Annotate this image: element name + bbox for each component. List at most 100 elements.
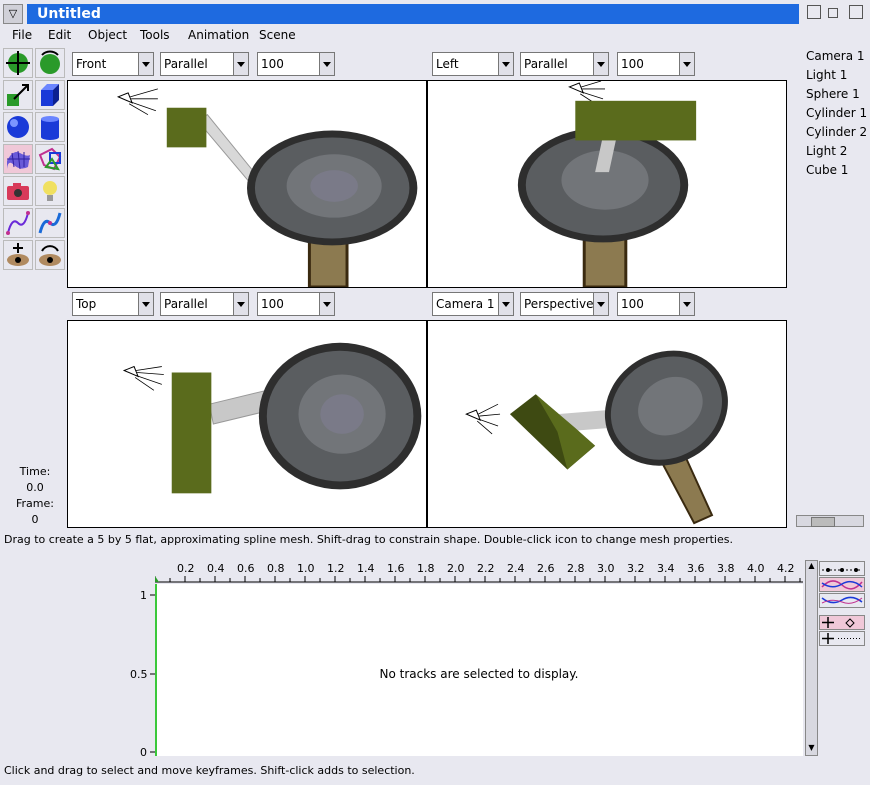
menu-edit[interactable]: Edit <box>48 28 71 42</box>
create-cylinder-tool[interactable] <box>35 112 65 142</box>
create-camera-tool[interactable] <box>3 176 33 206</box>
viewport-front[interactable] <box>67 80 427 288</box>
cube-icon <box>41 84 59 106</box>
move-tool[interactable] <box>3 48 33 78</box>
select-move-keys-button[interactable] <box>819 615 865 630</box>
zoom-select-left[interactable]: 100 <box>617 52 695 76</box>
object-list-item[interactable]: Cylinder 1 <box>806 106 867 120</box>
object-list-item[interactable]: Cylinder 2 <box>806 125 867 139</box>
create-polygon-tool[interactable] <box>35 144 65 174</box>
projection-select-top[interactable]: Parallel <box>160 292 249 316</box>
ruler-tick-label: 3.4 <box>657 562 675 575</box>
chevron-down-icon <box>679 53 694 75</box>
menu-animation[interactable]: Animation <box>188 28 249 42</box>
zoom-select-value: 100 <box>261 297 284 311</box>
chevron-down-icon <box>319 53 334 75</box>
ruler-tick-label: 0.2 <box>177 562 195 575</box>
score-mode-curves-button[interactable] <box>819 577 865 592</box>
create-cube-tool[interactable] <box>35 80 65 110</box>
cylinder-icon <box>41 116 59 140</box>
frame-label: Frame: <box>16 497 54 510</box>
ruler-tick-label: 1.6 <box>387 562 405 575</box>
y-tick-label: 1 <box>140 589 147 602</box>
view-select-top[interactable]: Top <box>72 292 154 316</box>
rotate-view-tool[interactable] <box>35 240 65 270</box>
score-mode-curves-alt-button[interactable] <box>819 593 865 608</box>
ruler-tick-label: 2.2 <box>477 562 495 575</box>
time-ruler[interactable]: 0.2 0.4 0.6 0.8 1.0 1.2 1.4 1.6 1.8 2.0 … <box>155 560 803 584</box>
view-select-value: Top <box>76 297 97 311</box>
scroll-down-icon[interactable]: ▼ <box>806 743 817 755</box>
zoom-select-camera[interactable]: 100 <box>617 292 695 316</box>
view-select-value: Front <box>76 57 107 71</box>
ruler-tick-label: 3.8 <box>717 562 735 575</box>
ruler-tick-label: 3.0 <box>597 562 615 575</box>
move-keys-icon <box>822 617 855 628</box>
menu-bar: File Edit Object Tools Animation Scene <box>0 26 870 46</box>
view-select-front[interactable]: Front <box>72 52 154 76</box>
ruler-tick-label: 2.8 <box>567 562 585 575</box>
create-curve-tool[interactable] <box>3 208 33 238</box>
move-view-tool[interactable] <box>3 240 33 270</box>
chevron-down-icon <box>138 53 153 75</box>
menu-scene[interactable]: Scene <box>259 28 296 42</box>
top-view-scene <box>122 342 422 494</box>
view-select-camera[interactable]: Camera 1 <box>432 292 514 316</box>
minimize-icon[interactable] <box>828 8 838 18</box>
time-value: 0.0 <box>26 481 44 494</box>
camera-icon <box>7 183 29 200</box>
menu-tools[interactable]: Tools <box>140 28 170 42</box>
chevron-down-icon <box>593 53 608 75</box>
projection-select-front[interactable]: Parallel <box>160 52 249 76</box>
camera-view-scene <box>465 350 728 525</box>
resize-tool[interactable] <box>3 80 33 110</box>
scale-keys-button[interactable] <box>819 631 865 646</box>
close-icon[interactable] <box>849 5 863 19</box>
zoom-select-top[interactable]: 100 <box>257 292 335 316</box>
object-list-item[interactable]: Camera 1 <box>806 49 865 63</box>
chevron-down-icon <box>498 293 513 315</box>
object-list-item[interactable]: Light 2 <box>806 144 847 158</box>
empty-score-message: No tracks are selected to display. <box>379 667 579 681</box>
create-tube-tool[interactable] <box>35 208 65 238</box>
score-scrollbar[interactable]: ▲ ▼ <box>805 560 818 756</box>
object-list-item[interactable]: Sphere 1 <box>806 87 860 101</box>
object-list-scrollbar[interactable] <box>796 515 864 527</box>
projection-select-left[interactable]: Parallel <box>520 52 609 76</box>
chevron-down-icon <box>679 293 694 315</box>
object-list-item[interactable]: Cube 1 <box>806 163 848 177</box>
projection-select-value: Parallel <box>524 57 568 71</box>
create-light-tool[interactable] <box>35 176 65 206</box>
view-select-left[interactable]: Left <box>432 52 514 76</box>
score-graph[interactable]: No tracks are selected to display. <box>155 584 803 756</box>
menu-file[interactable]: File <box>12 28 32 42</box>
score-mode-keys-button[interactable] <box>819 561 865 576</box>
chevron-down-icon <box>593 293 608 315</box>
projection-select-camera[interactable]: Perspective <box>520 292 609 316</box>
zoom-select-value: 100 <box>621 57 644 71</box>
chevron-down-icon <box>319 293 334 315</box>
menu-object[interactable]: Object <box>88 28 127 42</box>
create-spline-mesh-tool[interactable] <box>3 144 33 174</box>
scroll-up-icon[interactable]: ▲ <box>806 561 817 573</box>
projection-select-value: Parallel <box>164 297 208 311</box>
scroll-thumb[interactable] <box>811 517 835 527</box>
y-tick-label: 0.5 <box>130 668 148 681</box>
window-menu-icon[interactable]: ▽ <box>3 4 23 24</box>
create-sphere-tool[interactable] <box>3 112 33 142</box>
rotate-tool[interactable] <box>35 48 65 78</box>
ruler-tick-label: 0.8 <box>267 562 285 575</box>
chevron-down-icon <box>233 53 248 75</box>
maximize-icon[interactable] <box>807 5 821 19</box>
front-view-scene <box>116 88 418 287</box>
y-tick-label: 0 <box>140 746 147 759</box>
move-view-icon <box>7 243 29 266</box>
viewport-top[interactable] <box>67 320 427 528</box>
zoom-select-front[interactable]: 100 <box>257 52 335 76</box>
viewport-left[interactable] <box>427 80 787 288</box>
window-title: Untitled <box>27 4 799 24</box>
light-icon <box>122 365 164 391</box>
scale-keys-icon <box>822 633 862 644</box>
object-list-item[interactable]: Light 1 <box>806 68 847 82</box>
viewport-camera[interactable] <box>427 320 787 528</box>
